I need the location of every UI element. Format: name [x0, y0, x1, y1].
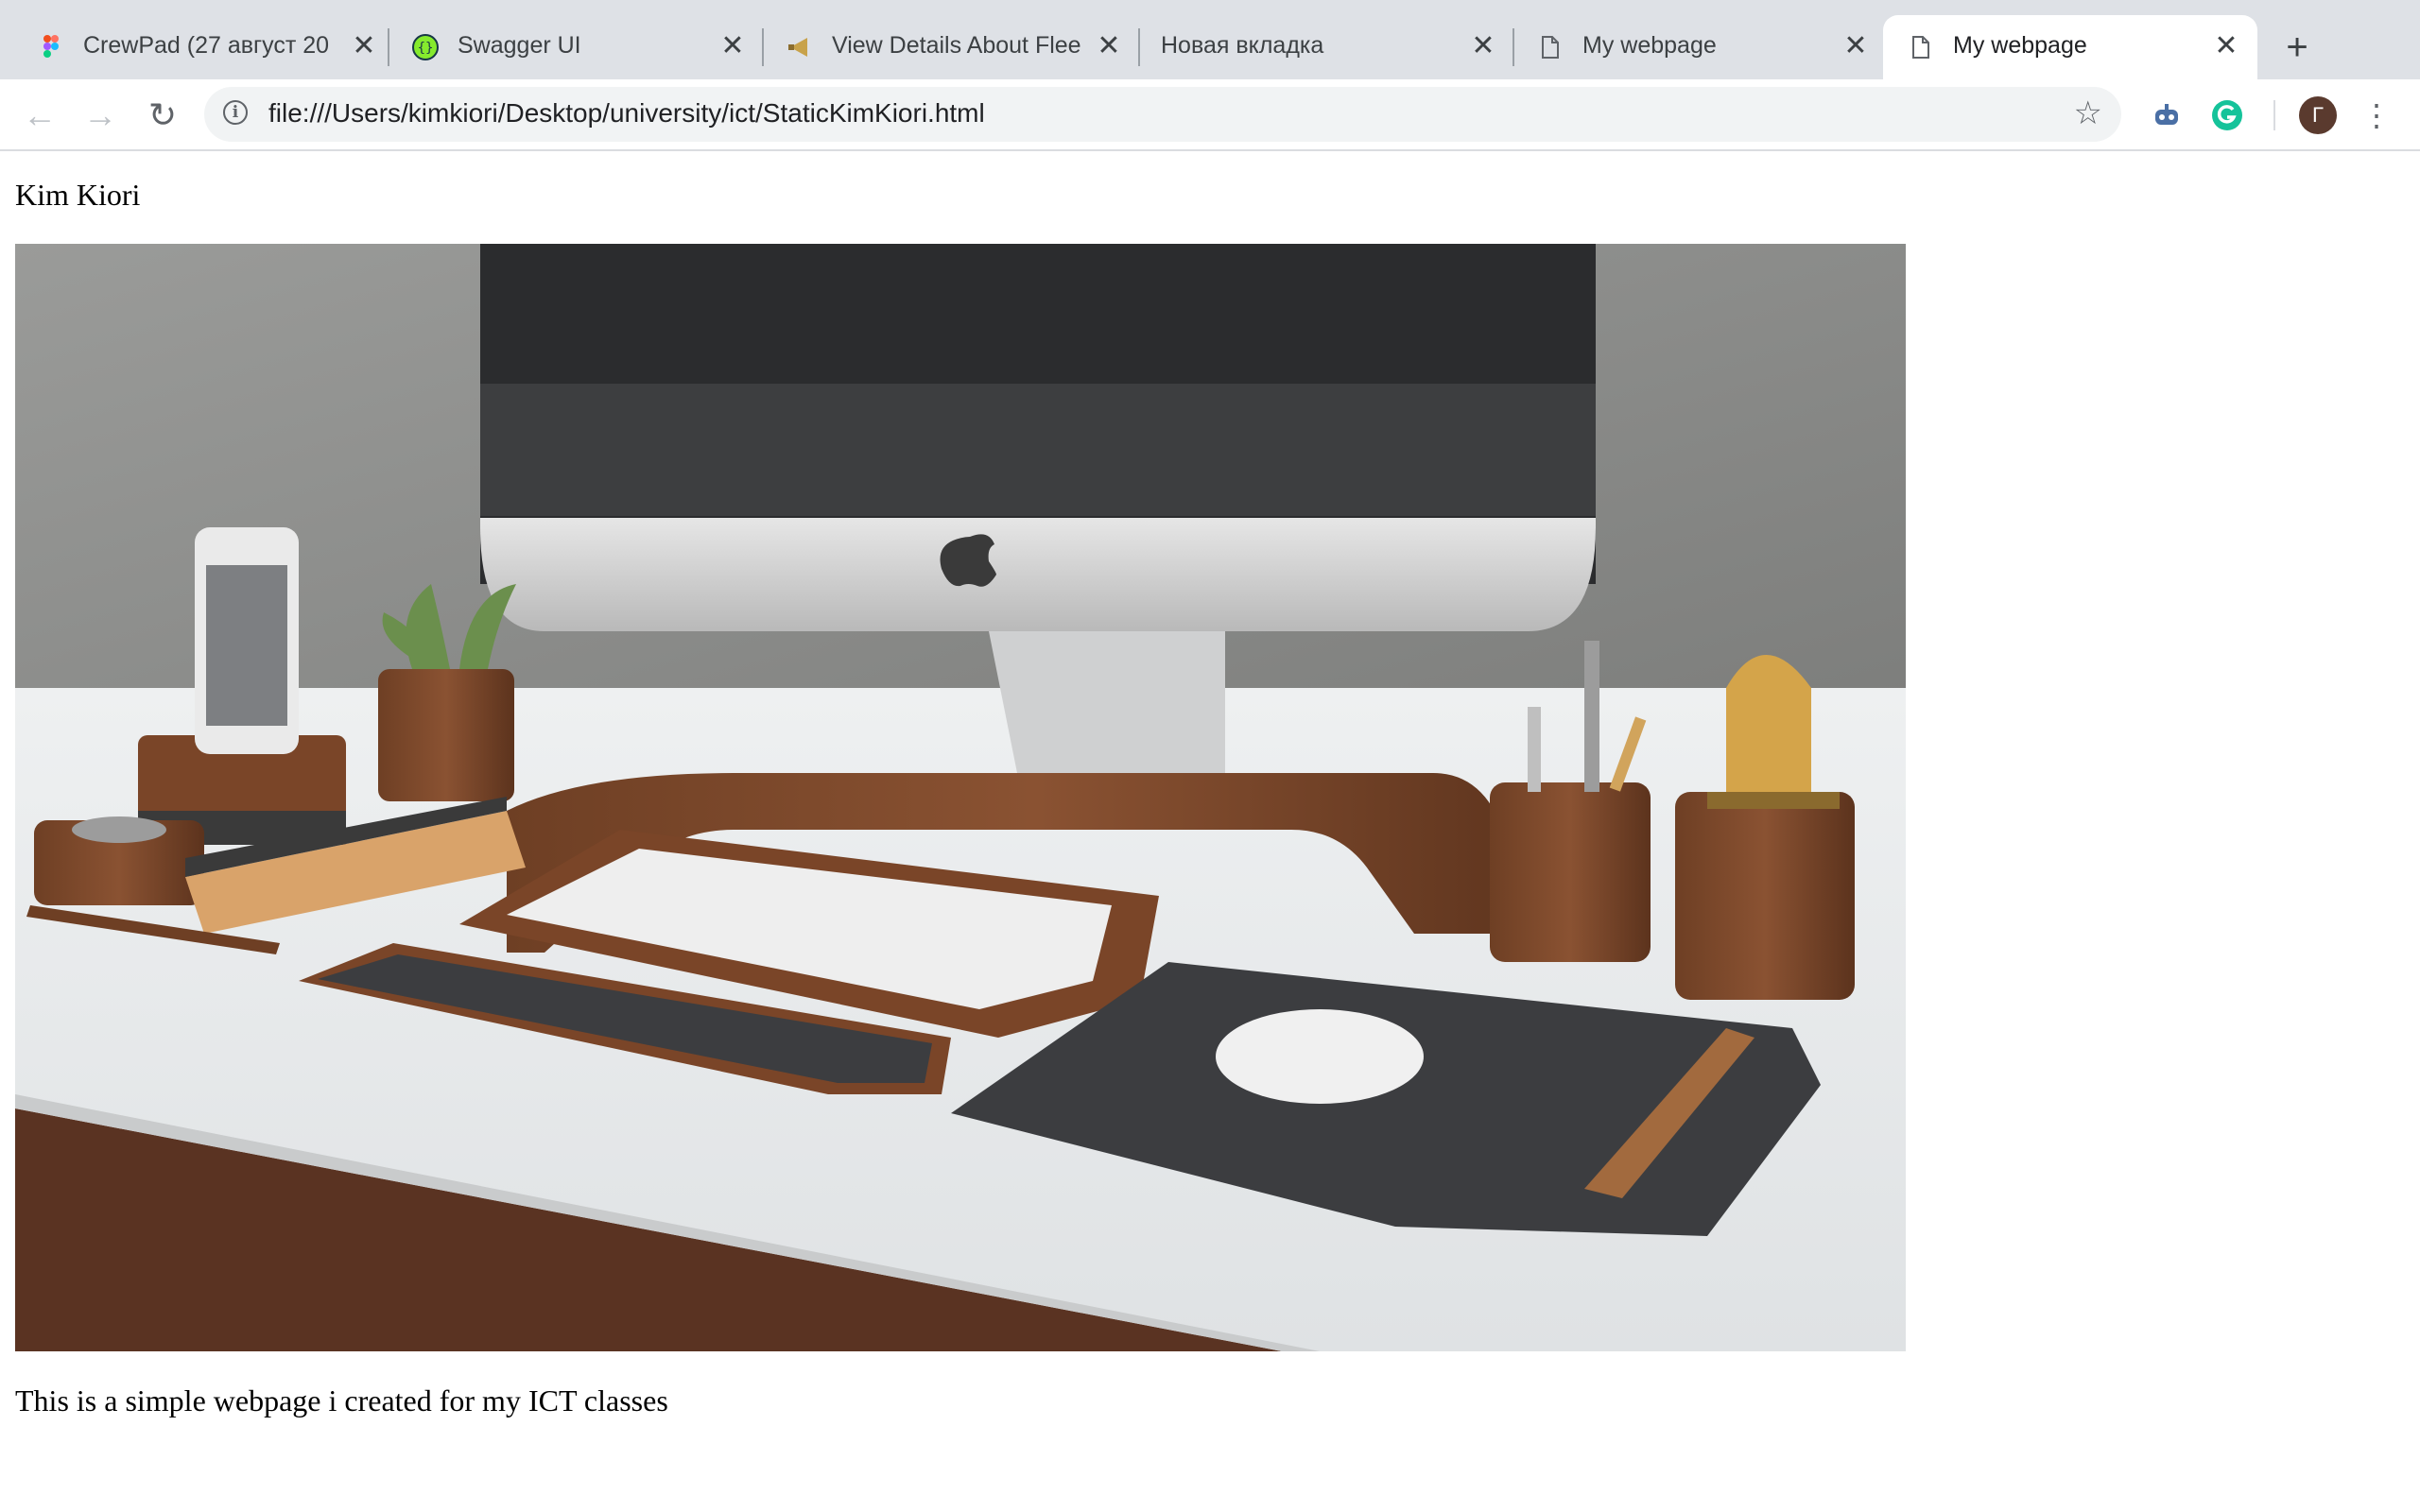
back-arrow-icon[interactable]: ←: [19, 94, 60, 136]
browser-toolbar: ← → ↻ i file:///Users/kimkiori/Desktop/u…: [0, 79, 2420, 151]
tab-strip: CrewPad (27 август 20 ✕ {} Swagger UI ✕ …: [0, 0, 2420, 79]
grammarly-icon[interactable]: [2210, 98, 2244, 132]
new-tab-icon[interactable]: +: [2278, 28, 2316, 66]
close-icon[interactable]: ✕: [2212, 32, 2240, 60]
tab-title: My webpage: [1953, 32, 2087, 59]
svg-text:{}: {}: [418, 41, 434, 56]
page-heading: Kim Kiori: [15, 178, 141, 212]
tab-title: My webpage: [1582, 32, 1717, 59]
megaphone-icon: [788, 38, 807, 57]
desk-photo-illustration: [15, 244, 1906, 1351]
desk-photo: [15, 244, 1906, 1351]
close-icon[interactable]: ✕: [1095, 32, 1123, 60]
close-icon[interactable]: ✕: [718, 32, 747, 60]
swagger-icon: {}: [412, 34, 439, 60]
toolbar-divider: [2273, 100, 2275, 130]
page-caption: This is a simple webpage i created for m…: [15, 1383, 668, 1418]
tab-title: CrewPad (27 август 20: [83, 32, 330, 59]
site-info-icon[interactable]: i: [223, 100, 248, 125]
more-menu-icon[interactable]: ⋮: [2361, 94, 2392, 136]
document-icon: [1542, 36, 1559, 59]
tab-crewpad[interactable]: CrewPad (27 август 20 ✕: [13, 15, 389, 79]
reload-icon[interactable]: ↻: [142, 94, 183, 136]
document-icon: [1912, 36, 1929, 59]
tab-title: Новая вкладка: [1161, 32, 1324, 59]
close-icon[interactable]: ✕: [1841, 32, 1870, 60]
forward-arrow-icon[interactable]: →: [79, 94, 121, 136]
tab-my-webpage-active[interactable]: My webpage ✕: [1883, 15, 2257, 79]
extension-robot-icon[interactable]: [2150, 98, 2184, 132]
address-bar[interactable]: i file:///Users/kimkiori/Desktop/univers…: [204, 87, 2121, 142]
figma-icon: [43, 35, 59, 58]
close-icon[interactable]: ✕: [350, 32, 378, 60]
tab-swagger[interactable]: {} Swagger UI ✕: [388, 15, 764, 79]
tab-title: Swagger UI: [458, 32, 581, 59]
tab-new-tab[interactable]: Новая вкладка ✕: [1138, 15, 1514, 79]
tab-my-webpage[interactable]: My webpage ✕: [1512, 15, 1887, 79]
url-text[interactable]: file:///Users/kimkiori/Desktop/universit…: [268, 98, 985, 129]
bookmark-star-icon[interactable]: ☆: [2074, 94, 2102, 132]
close-icon[interactable]: ✕: [1469, 32, 1497, 60]
profile-avatar[interactable]: Г: [2299, 96, 2337, 134]
tab-fleet-details[interactable]: View Details About Flee ✕: [762, 15, 1140, 79]
tab-title: View Details About Flee: [832, 32, 1081, 59]
